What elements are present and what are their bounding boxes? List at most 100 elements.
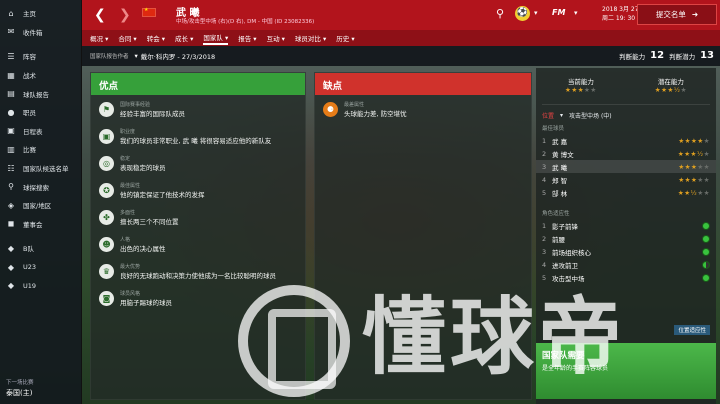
sidebar-item-tactics[interactable]: ▦ 战术 (0, 66, 81, 85)
schedule-icon: ▣ (7, 126, 15, 136)
flag-icon: ⚑ (99, 102, 114, 117)
list-item[interactable]: 2 前腰 (536, 232, 716, 245)
submit-squad-button[interactable]: 提交名单 ➜ (637, 4, 717, 25)
trait-row: ▣ 职业度 我们的球员非常职业, 武 曦 将很容易适应他的新队友 (91, 126, 305, 153)
china-flag-icon (142, 7, 156, 17)
forward-icon[interactable]: ❯ (119, 7, 131, 23)
tab-national-team[interactable]: 国家队 ▾ (203, 32, 229, 45)
trait-row: ♛ 最大优势 良好的无球跑动和决策力使他成为一名比较聪明的球员 (91, 261, 305, 288)
list-item[interactable]: 3武 曦 ★★★★★ (536, 160, 716, 173)
tab-history[interactable]: 历史 ▾ (336, 33, 354, 43)
judgement-summary: 判断能力 12 判断潜力 13 (619, 50, 714, 61)
nation-icon: ◈ (7, 200, 15, 210)
tab-contract[interactable]: 合同 ▾ (118, 33, 136, 43)
trait-row: ◎ 稳定 表现稳定的球员 (91, 153, 305, 180)
chevron-down-icon[interactable]: ▾ (574, 9, 578, 17)
list-item[interactable]: 5郜 林 ★★½★★ (536, 186, 716, 199)
inbox-icon: ✉ (7, 27, 15, 37)
tab-interaction[interactable]: 互动 ▾ (267, 33, 285, 43)
sidebar-item-u19[interactable]: ◆ U19 (0, 276, 81, 295)
player-subtitle: 中场/攻击型中场 (右)(D 右), DM - 中国 (ID 23082336) (176, 19, 315, 25)
sidebar-item-staff[interactable]: ● 职员 (0, 103, 81, 122)
game-date: 2018 3月 27 周二 19: 30 (602, 6, 639, 22)
tab-transfer[interactable]: 转会 ▾ (147, 33, 165, 43)
u23-icon: ◆ (7, 262, 15, 272)
list-item[interactable]: 3 前场组织核心 (536, 245, 716, 258)
target-icon: ◎ (99, 156, 114, 171)
role-fit-dot (702, 260, 710, 269)
sidebar-item-team-report[interactable]: ▤ 球队报告 (0, 84, 81, 103)
sidebar-item-scouting[interactable]: ⚲ 球探搜索 (0, 177, 81, 196)
chevron-down-icon: ▾ (560, 112, 564, 119)
big-match-icon: ✪ (99, 183, 114, 198)
trait-row: ⚈ 最差属性 头球能力差, 防空堪忧 (315, 99, 531, 126)
tactics-icon: ▦ (7, 70, 15, 80)
scouting-icon: ⚲ (8, 182, 14, 192)
trait-row: ✪ 最佳属性 他的镇定保证了他技术的发挥 (91, 180, 305, 207)
fm-logo[interactable]: FM (552, 8, 565, 17)
potential-ability: 潜在能力 ★★★½★ (654, 78, 687, 94)
sidebar-item-inbox[interactable]: ✉ 收件箱 (0, 23, 81, 42)
home-icon: ⌂ (8, 8, 14, 18)
sidebar-item-u23[interactable]: ◆ U23 (0, 258, 81, 277)
sidebar-item-competitions[interactable]: ▥ 比赛 (0, 140, 81, 159)
sidebar-item-b-team[interactable]: ◆ B队 (0, 239, 81, 258)
role-fit-dot (702, 221, 710, 230)
trait-row: ✤ 多面性 擅长两三个不同位置 (91, 207, 305, 234)
cons-title: 缺点 (315, 73, 531, 95)
sidebar-item-board[interactable]: ◼ 董事会 (0, 215, 81, 234)
staff-icon: ● (7, 107, 15, 117)
tab-compare[interactable]: 球员对比 ▾ (295, 33, 326, 43)
playing-style-icon: ◙ (99, 291, 114, 306)
role-fit-dot (702, 247, 710, 256)
list-item[interactable]: 4 进攻前卫 (536, 258, 716, 271)
sidebar: ⌂ 主页 ✉ 收件箱 ☰ 阵容 ▦ 战术 ▤ 球队报告 ● 职员 ▣ 日程表 ▥ 比赛 ☷ 国家队… (0, 0, 82, 404)
trait-row: ⚑ 国际赛事经验 经验丰富的国际队成员 (91, 99, 305, 126)
sidebar-item-nation[interactable]: ◈ 国家/地区 (0, 196, 81, 215)
b-team-icon: ◆ (7, 243, 15, 253)
watermark-logo-icon (238, 285, 350, 397)
position-fit-button[interactable]: 位置适应性 (674, 325, 710, 335)
back-icon[interactable]: ❮ (94, 7, 106, 23)
current-ability-stars: ★★★★★ (565, 86, 597, 94)
list-item[interactable]: 4郑 智 ★★★★★ (536, 173, 716, 186)
position-selector[interactable]: 位置 ▾ 攻击型中场 (中) (536, 111, 716, 120)
current-ability: 当前能力 ★★★★★ (565, 78, 597, 94)
trophy-icon: ♛ (99, 264, 114, 279)
tab-reports[interactable]: 报告 ▾ (238, 33, 256, 43)
tab-bar: 概况 ▾ 合同 ▾ 转会 ▾ 成长 ▾ 国家队 ▾ 报告 ▾ 互动 ▾ 球员对比… (82, 30, 720, 46)
report-subheader: 国家队报告作者 ▾ 戴尔·科内罗 - 27/3/2018 判断能力 12 判断潜… (82, 46, 720, 66)
squad-icon: ☰ (7, 51, 15, 61)
scout-label: 国家队报告作者 (90, 54, 129, 60)
club-badge-icon[interactable]: ⚽ (515, 6, 530, 21)
sidebar-item-squad[interactable]: ☰ 阵容 (0, 47, 81, 66)
tab-development[interactable]: 成长 ▾ (175, 33, 193, 43)
sidebar-item-schedule[interactable]: ▣ 日程表 (0, 122, 81, 141)
search-icon[interactable]: ⚲ (496, 7, 504, 20)
header-bar: ❮ ❯ 武 曦 中场/攻击型中场 (右)(D 右), DM - 中国 (ID 2… (82, 0, 720, 30)
u19-icon: ◆ (7, 281, 15, 291)
pros-title: 优点 (91, 73, 305, 95)
scout-selector[interactable]: ▾ 戴尔·科内罗 - 27/3/2018 (135, 51, 216, 61)
list-item[interactable]: 1武 嘉 ★★★★★ (536, 134, 716, 147)
weakness-icon: ⚈ (323, 102, 338, 117)
role-fit-dot (702, 234, 710, 243)
arrow-right-icon: ➜ (691, 10, 699, 19)
divider (542, 104, 710, 105)
next-match[interactable]: 下一场比赛 泰国(主) (0, 374, 82, 404)
national-squad-icon: ☷ (7, 163, 15, 173)
list-item[interactable]: 1 影子前锋 (536, 219, 716, 232)
list-item[interactable]: 2黄 博文 ★★★½★ (536, 147, 716, 160)
watermark: 懂球帝 (362, 288, 627, 386)
role-fit-dot (702, 273, 710, 282)
board-icon: ◼ (7, 219, 15, 229)
sidebar-item-national-squad[interactable]: ☷ 国家队候选名单 (0, 159, 81, 178)
handshake-icon: ✤ (99, 210, 114, 225)
sidebar-item-home[interactable]: ⌂ 主页 (0, 4, 81, 23)
personality-icon: ☻ (99, 237, 114, 252)
chevron-down-icon[interactable]: ▾ (534, 9, 538, 17)
trait-row: ☻ 人格 出色的决心属性 (91, 234, 305, 261)
tab-overview[interactable]: 概况 ▾ (90, 33, 108, 43)
team-report-icon: ▤ (7, 89, 15, 99)
professional-icon: ▣ (99, 129, 114, 144)
